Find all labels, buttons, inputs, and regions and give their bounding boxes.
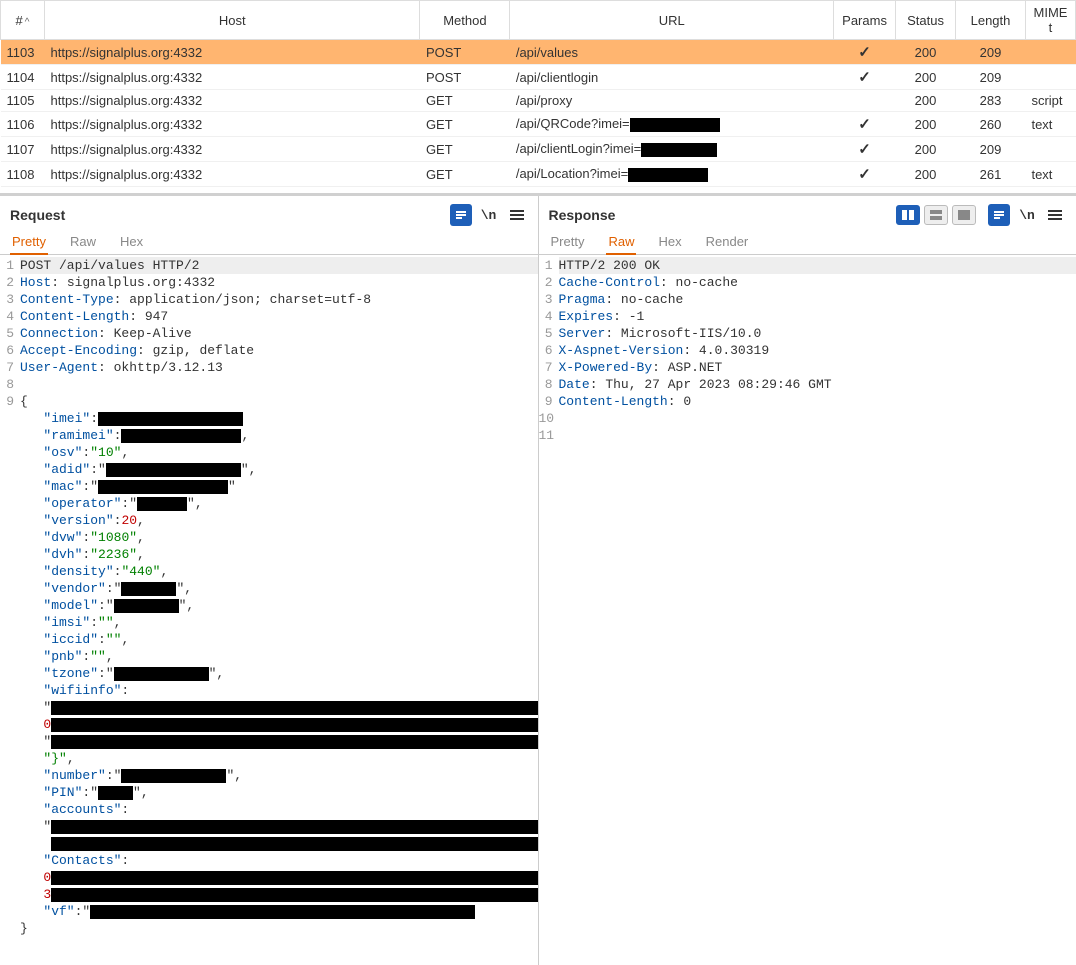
col-method[interactable]: Method — [420, 1, 510, 40]
table-header-row: #^ Host Method URL Params Status Length … — [1, 1, 1076, 40]
tab-raw[interactable]: Raw — [606, 230, 636, 255]
response-body[interactable]: 1HTTP/2 200 OK2Cache-Control: no-cache3P… — [539, 255, 1076, 965]
request-panel: Request \n Pretty Raw Hex 1POST /api/val… — [0, 196, 539, 965]
sort-asc-icon: ^ — [25, 17, 30, 28]
proxy-history-table: #^ Host Method URL Params Status Length … — [0, 0, 1076, 187]
table-row[interactable]: 1108https://signalplus.org:4332GET/api/L… — [1, 162, 1076, 187]
check-icon: ✓ — [858, 69, 871, 86]
newline-icon[interactable]: \n — [478, 204, 500, 226]
tab-raw[interactable]: Raw — [68, 230, 98, 254]
request-tabs: Pretty Raw Hex — [0, 230, 538, 255]
col-length[interactable]: Length — [956, 1, 1026, 40]
layout-single-icon[interactable] — [952, 205, 976, 225]
col-number[interactable]: #^ — [1, 1, 45, 40]
actions-icon[interactable] — [450, 204, 472, 226]
table-row[interactable]: 1107https://signalplus.org:4332GET/api/c… — [1, 137, 1076, 162]
tab-pretty[interactable]: Pretty — [549, 230, 587, 254]
message-editor-container: Request \n Pretty Raw Hex 1POST /api/val… — [0, 193, 1076, 965]
col-url[interactable]: URL — [510, 1, 834, 40]
tab-hex[interactable]: Hex — [118, 230, 145, 254]
layout-split-icon[interactable] — [896, 205, 920, 225]
response-panel: Response \n Pretty Raw Hex Render — [539, 196, 1076, 965]
newline-icon[interactable]: \n — [1016, 204, 1038, 226]
hamburger-icon[interactable] — [506, 204, 528, 226]
col-params[interactable]: Params — [834, 1, 896, 40]
check-icon: ✓ — [858, 166, 871, 183]
col-host[interactable]: Host — [44, 1, 419, 40]
table-row[interactable]: 1103https://signalplus.org:4332POST/api/… — [1, 40, 1076, 65]
check-icon: ✓ — [858, 44, 871, 61]
request-body[interactable]: 1POST /api/values HTTP/22Host: signalplu… — [0, 255, 538, 965]
check-icon: ✓ — [858, 141, 871, 158]
tab-hex[interactable]: Hex — [656, 230, 683, 254]
table-row[interactable]: 1106https://signalplus.org:4332GET/api/Q… — [1, 112, 1076, 137]
layout-toggle — [896, 205, 976, 225]
col-mime[interactable]: MIME t — [1025, 1, 1075, 40]
check-icon: ✓ — [858, 116, 871, 133]
table-row[interactable]: 1104https://signalplus.org:4332POST/api/… — [1, 65, 1076, 90]
table-row[interactable]: 1105https://signalplus.org:4332GET/api/p… — [1, 90, 1076, 112]
response-title: Response — [549, 207, 616, 223]
response-tabs: Pretty Raw Hex Render — [539, 230, 1076, 255]
tab-pretty[interactable]: Pretty — [10, 230, 48, 255]
layout-stack-icon[interactable] — [924, 205, 948, 225]
col-status[interactable]: Status — [896, 1, 956, 40]
tab-render[interactable]: Render — [704, 230, 751, 254]
hamburger-icon[interactable] — [1044, 204, 1066, 226]
actions-icon[interactable] — [988, 204, 1010, 226]
request-title: Request — [10, 207, 65, 223]
